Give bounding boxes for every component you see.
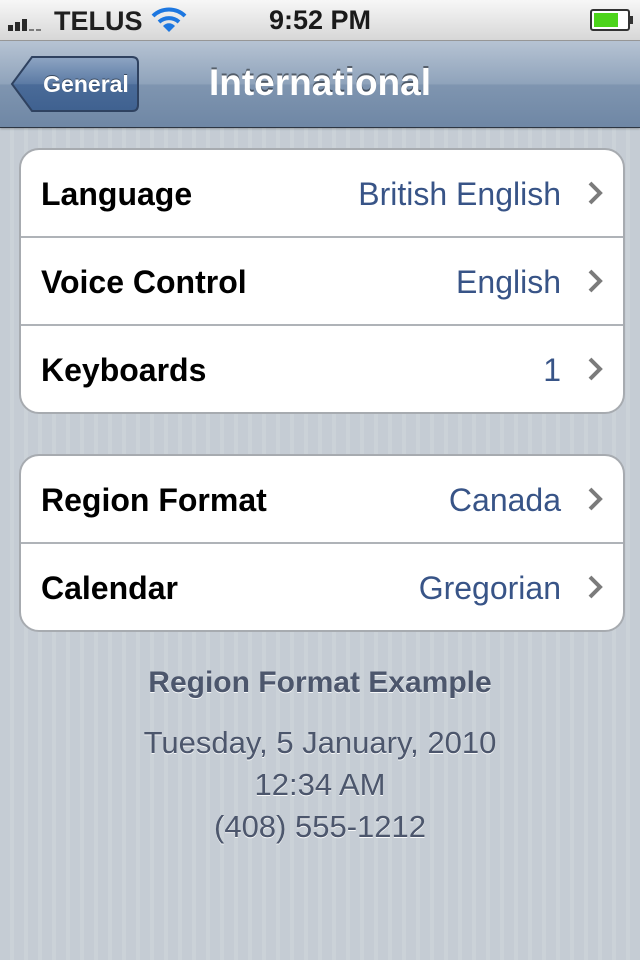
row-label: Region Format	[41, 482, 267, 518]
status-bar: TELUS 9:52 PM	[0, 0, 640, 41]
region-example-date: Tuesday, 5 January, 2010	[143, 725, 497, 760]
region-example-phone: (408) 555-1212	[214, 809, 426, 844]
row-keyboards[interactable]: Keyboards 1	[21, 324, 623, 412]
row-language[interactable]: Language British English	[21, 150, 623, 236]
row-value: British English	[358, 176, 561, 212]
status-time: 9:52 PM	[268, 5, 372, 35]
row-calendar[interactable]: Calendar Gregorian	[21, 542, 623, 630]
chevron-right-icon	[588, 181, 603, 205]
chevron-right-icon	[588, 487, 603, 511]
row-value: Gregorian	[418, 570, 561, 606]
row-region-format[interactable]: Region Format Canada	[21, 456, 623, 542]
row-voice-control[interactable]: Voice Control English	[21, 236, 623, 324]
region-example-title: Region Format Example	[148, 666, 492, 699]
row-label: Keyboards	[41, 352, 207, 388]
back-button-label: General	[43, 71, 129, 97]
row-value: Canada	[448, 482, 561, 518]
chevron-right-icon	[588, 575, 603, 599]
row-label: Calendar	[41, 570, 178, 606]
battery-icon	[590, 9, 633, 31]
row-label: Voice Control	[41, 264, 247, 300]
row-value: 1	[543, 352, 561, 388]
back-button[interactable]: General	[10, 55, 140, 113]
settings-group-region: Region Format Canada Calendar Gregorian	[19, 454, 625, 632]
chevron-right-icon	[588, 357, 603, 381]
navigation-bar: General International	[0, 41, 640, 128]
row-value: English	[456, 264, 561, 300]
region-example-time: 12:34 AM	[254, 767, 386, 802]
chevron-right-icon	[588, 269, 603, 293]
row-label: Language	[41, 176, 193, 212]
settings-group-input: Language British English Voice Control E…	[19, 148, 625, 414]
page-title: International	[208, 62, 432, 103]
